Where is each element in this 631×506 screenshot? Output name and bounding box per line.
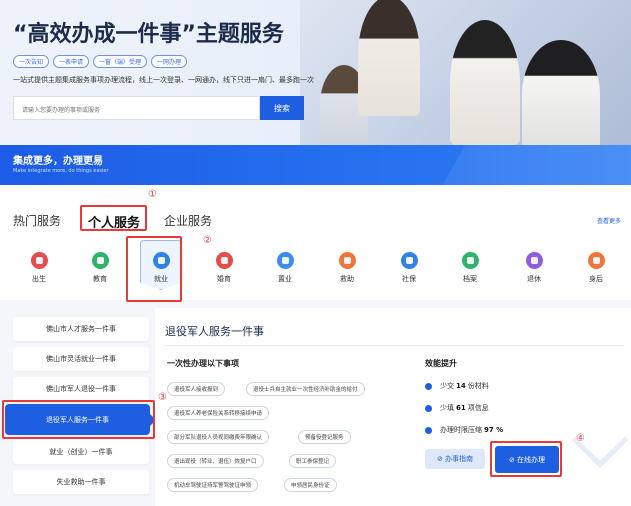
- annotation-number: ②: [203, 235, 212, 246]
- category-assistance[interactable]: 救助: [327, 252, 367, 284]
- hero-title: “高效办成一件事”主题服务: [13, 22, 284, 47]
- hero-person: [450, 20, 520, 145]
- form-icon: [425, 404, 432, 412]
- category-label: 身后: [589, 275, 603, 283]
- category-label: 救助: [340, 275, 354, 283]
- retirement-icon: [525, 252, 543, 269]
- menu-item[interactable]: 佛山市军人退役一件事: [13, 377, 149, 401]
- search-input[interactable]: [14, 99, 259, 122]
- birth-icon: [30, 252, 48, 269]
- menu-item[interactable]: 就业（创业）一件事: [13, 440, 149, 464]
- candle-icon: [587, 252, 605, 269]
- service-chip[interactable]: 部分军队退役人员视同缴费年限确认: [167, 430, 270, 444]
- hero-tags: 一次告知 一表申请 一窗（端）受理 一网办理: [13, 55, 188, 68]
- annotation-box: [126, 236, 182, 302]
- hero-photo: [300, 0, 631, 145]
- education-icon: [91, 252, 109, 269]
- search-box: [13, 96, 260, 122]
- annotation-box: [2, 400, 155, 439]
- shield-icon: [400, 252, 418, 269]
- category-label: 退休: [527, 275, 541, 283]
- section-heading: 效能提升: [425, 359, 457, 368]
- service-guide-button[interactable]: ⊘ 办事指南: [425, 449, 485, 469]
- promo-banner: 集成更多，办理更易 Make integrate more, do things…: [0, 145, 631, 185]
- search-button[interactable]: 搜索: [260, 96, 304, 120]
- annotation-number: ③: [158, 392, 167, 403]
- service-chip[interactable]: 机动车驾驶证持军警驾驶证申领: [167, 478, 259, 492]
- menu-item[interactable]: 佛山市灵活就业一件事: [13, 347, 149, 371]
- section-heading: 一次性办理以下事项: [167, 359, 239, 368]
- menu-item[interactable]: 失业救助一件事: [13, 470, 149, 494]
- hero-tag: 一表申请: [53, 55, 90, 68]
- divider: [165, 345, 625, 346]
- category-after-life[interactable]: 身后: [576, 252, 616, 284]
- folder-icon: [461, 252, 479, 269]
- category-marriage[interactable]: 婚育: [204, 252, 244, 284]
- menu-item[interactable]: 佛山市人才服务一件事: [13, 317, 149, 341]
- annotation-box: [490, 441, 562, 477]
- category-education[interactable]: 教育: [80, 252, 120, 284]
- heart-icon: [215, 252, 233, 269]
- service-chip[interactable]: 申领居民身份证: [284, 478, 337, 492]
- annotation-number: ④: [576, 433, 585, 444]
- service-chip[interactable]: 退役士兵自主就业一次性经济补助金的给付: [246, 382, 365, 396]
- tab-enterprise-services[interactable]: 企业服务: [164, 212, 212, 229]
- house-icon: [276, 252, 294, 269]
- category-birth[interactable]: 出生: [19, 252, 59, 284]
- hero-tag: 一次告知: [13, 55, 50, 68]
- hero-person: [358, 0, 420, 116]
- category-label: 置业: [278, 275, 292, 283]
- see-more-link[interactable]: 查看更多: [597, 216, 621, 225]
- hero-description: 一站式提供主题集成服务事项办理流程，线上一次登录、一网通办，线下只进一扇门、最多…: [13, 76, 314, 84]
- banner-title: 集成更多，办理更易: [13, 156, 103, 167]
- efficiency-item: 少交 14 份材料: [425, 381, 489, 391]
- category-social-security[interactable]: 社保: [389, 252, 429, 284]
- tab-hot-services[interactable]: 热门服务: [13, 212, 61, 229]
- materials-icon: [425, 382, 432, 390]
- category-archives[interactable]: 档案: [450, 252, 490, 284]
- hero-section: “高效办成一件事”主题服务 一次告知 一表申请 一窗（端）受理 一网办理 一站式…: [0, 0, 631, 145]
- pen-icon: [425, 426, 432, 434]
- assistance-icon: [338, 252, 356, 269]
- efficiency-item: 少填 61 项信息: [425, 403, 489, 413]
- category-label: 教育: [93, 275, 107, 283]
- service-chip[interactable]: 职工参保登记: [289, 454, 337, 468]
- panel-title: 退役军人服务一件事: [165, 325, 264, 338]
- service-chip[interactable]: 退役军人接收报到: [167, 382, 226, 396]
- hero-tag: 一网办理: [151, 55, 188, 68]
- annotation-number: ①: [148, 189, 157, 200]
- category-label: 婚育: [217, 275, 231, 283]
- category-retirement[interactable]: 退休: [514, 252, 554, 284]
- service-chip[interactable]: 退役军人养老保险关系转移接续申请: [167, 406, 270, 420]
- hero-tag: 一窗（端）受理: [93, 55, 148, 68]
- hero-person: [522, 40, 600, 145]
- category-housing[interactable]: 置业: [265, 252, 305, 284]
- banner-subtitle: Make integrate more, do things easier: [13, 168, 109, 174]
- category-label: 社保: [402, 275, 416, 283]
- category-label: 出生: [32, 275, 46, 283]
- category-label: 档案: [463, 275, 477, 283]
- service-chip[interactable]: 退出现役（转业、退伍）恢复户口: [167, 454, 264, 468]
- efficiency-item: 办理时限压缩 97 %: [425, 425, 505, 435]
- annotation-box: [80, 205, 147, 231]
- service-chip[interactable]: 预备役登记服务: [298, 430, 351, 444]
